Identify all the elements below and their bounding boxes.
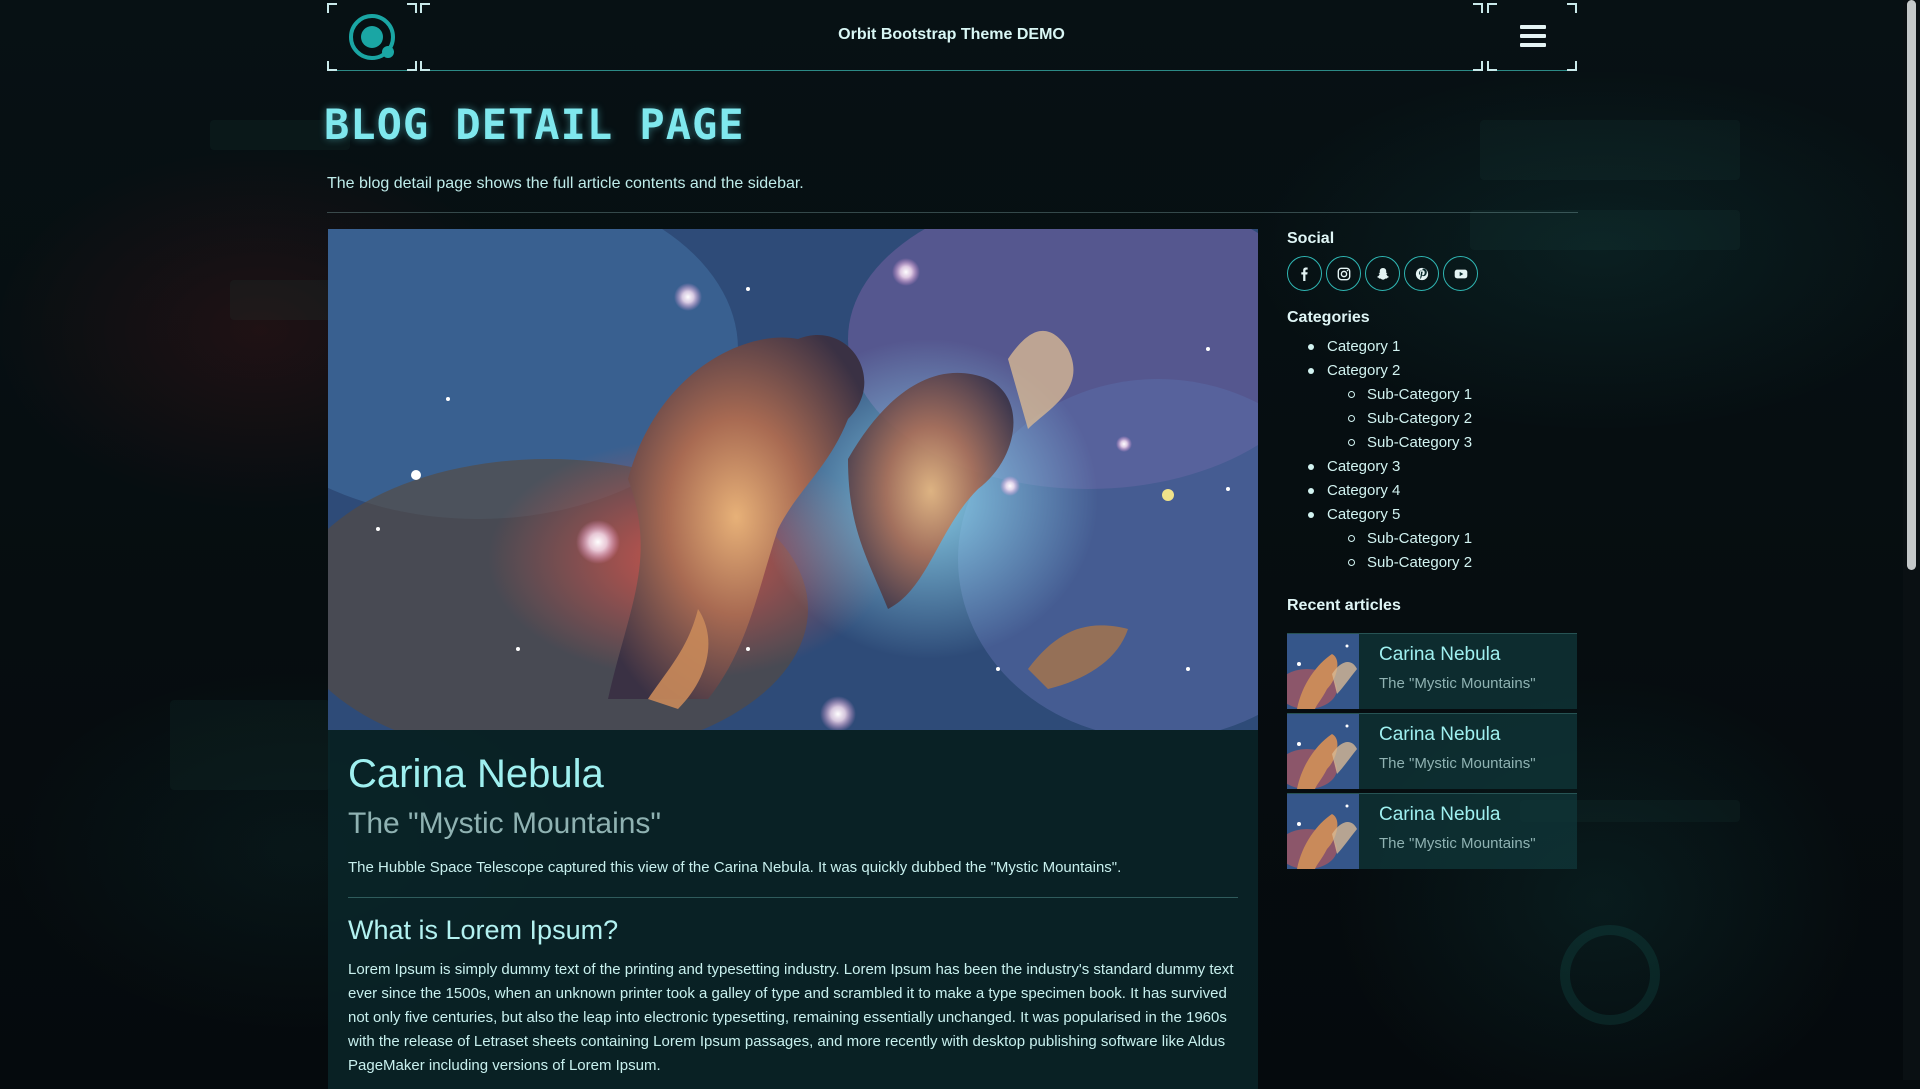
page: Orbit Bootstrap Theme DEMO BLOG DETAIL P… <box>0 0 1903 1080</box>
category-link[interactable]: Category 1 <box>1327 338 1400 355</box>
recent-article-subtitle: The "Mystic Mountains" <box>1379 755 1536 772</box>
hamburger-menu-icon[interactable] <box>1520 25 1546 47</box>
subcategory-list: Sub-Category 1 Sub-Category 2 Sub-Catego… <box>1327 383 1578 455</box>
subcategory-link[interactable]: Sub-Category 1 <box>1367 530 1472 547</box>
recent-articles-list: Carina Nebula The "Mystic Mountains" Car… <box>1287 633 1578 869</box>
pinterest-icon[interactable] <box>1404 256 1439 291</box>
page-lead: The blog detail page shows the full arti… <box>327 175 804 193</box>
category-link[interactable]: Category 3 <box>1327 458 1400 475</box>
category-link[interactable]: Category 4 <box>1327 482 1400 499</box>
recent-article-card[interactable]: Carina Nebula The "Mystic Mountains" <box>1287 633 1577 709</box>
menu-container <box>1488 4 1576 71</box>
category-item: Category 4 <box>1308 479 1578 503</box>
sidebar: Social Categories Category 1 <box>1287 230 1578 873</box>
section-text: Lorem Ipsum is simply dummy text of the … <box>348 958 1238 1078</box>
social-links <box>1287 256 1578 291</box>
page-scrollbar[interactable] <box>1903 0 1920 1080</box>
section-heading: What is Lorem Ipsum? <box>348 915 1238 946</box>
article: Carina Nebula The "Mystic Mountains" The… <box>328 229 1258 1089</box>
facebook-icon[interactable] <box>1287 256 1322 291</box>
subcategory-item: Sub-Category 2 <box>1348 407 1578 431</box>
scrollbar-thumb[interactable] <box>1907 0 1916 570</box>
recent-article-card[interactable]: Carina Nebula The "Mystic Mountains" <box>1287 713 1577 789</box>
category-link[interactable]: Category 2 <box>1327 362 1400 379</box>
recent-article-title: Carina Nebula <box>1379 644 1536 666</box>
carina-nebula-image <box>328 229 1258 730</box>
subcategory-link[interactable]: Sub-Category 1 <box>1367 386 1472 403</box>
category-item: Category 3 <box>1308 455 1578 479</box>
category-list: Category 1 Category 2 Sub-Category 1 Sub… <box>1287 335 1578 575</box>
subcategory-link[interactable]: Sub-Category 3 <box>1367 434 1472 451</box>
subcategory-link[interactable]: Sub-Category 2 <box>1367 410 1472 427</box>
article-intro: The Hubble Space Telescope captured this… <box>348 859 1238 876</box>
recent-article-subtitle: The "Mystic Mountains" <box>1379 675 1536 692</box>
subcategory-item: Sub-Category 3 <box>1348 431 1578 455</box>
category-item: Category 1 <box>1308 335 1578 359</box>
social-title: Social <box>1287 230 1578 248</box>
subcategory-item: Sub-Category 2 <box>1348 551 1578 575</box>
page-heading: BLOG DETAIL PAGE <box>324 100 745 149</box>
category-link[interactable]: Category 5 <box>1327 506 1400 523</box>
header-title-bar: Orbit Bootstrap Theme DEMO <box>421 4 1482 71</box>
recent-article-title: Carina Nebula <box>1379 724 1536 746</box>
orbit-logo-dot <box>382 46 394 58</box>
recent-article-title: Carina Nebula <box>1379 804 1536 826</box>
divider <box>327 212 1578 213</box>
site-title: Orbit Bootstrap Theme DEMO <box>421 26 1482 44</box>
subcategory-item: Sub-Category 1 <box>1348 383 1578 407</box>
recent-article-thumbnail <box>1287 714 1359 789</box>
article-subtitle: The "Mystic Mountains" <box>348 807 1238 841</box>
recent-article-subtitle: The "Mystic Mountains" <box>1379 835 1536 852</box>
snapchat-icon[interactable] <box>1365 256 1400 291</box>
subcategory-link[interactable]: Sub-Category 2 <box>1367 554 1472 571</box>
recent-article-card[interactable]: Carina Nebula The "Mystic Mountains" <box>1287 793 1577 869</box>
subcategory-item: Sub-Category 1 <box>1348 527 1578 551</box>
category-item: Category 2 Sub-Category 1 Sub-Category 2… <box>1308 359 1578 455</box>
logo-container[interactable] <box>328 4 416 71</box>
recent-articles-title: Recent articles <box>1287 597 1578 615</box>
subcategory-list: Sub-Category 1 Sub-Category 2 <box>1327 527 1578 575</box>
category-item: Category 5 Sub-Category 1 Sub-Category 2 <box>1308 503 1578 575</box>
youtube-icon[interactable] <box>1443 256 1478 291</box>
recent-article-thumbnail <box>1287 634 1359 709</box>
recent-article-thumbnail <box>1287 794 1359 869</box>
categories-title: Categories <box>1287 309 1578 327</box>
instagram-icon[interactable] <box>1326 256 1361 291</box>
article-divider <box>348 897 1238 898</box>
article-title: Carina Nebula <box>348 752 1238 797</box>
